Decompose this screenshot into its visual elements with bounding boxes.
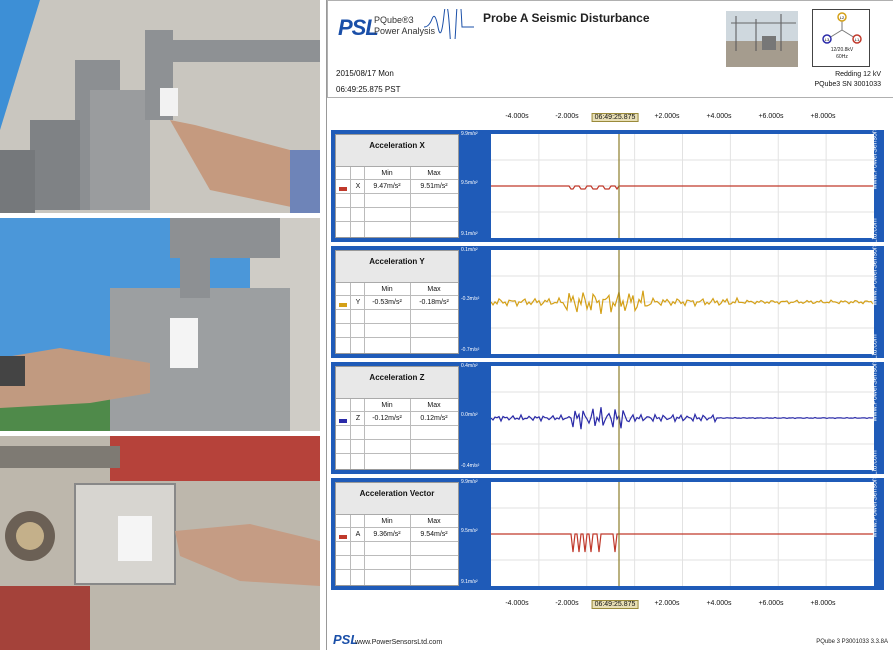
waveform-plot — [490, 250, 874, 354]
channel-table: Acceleration Vector Min Max A 9.36m/s² 9… — [335, 482, 459, 586]
report-time: 06:49:25.875 PST — [336, 85, 401, 94]
series-color-swatch — [339, 535, 347, 539]
y-axis-label: -0.3m/s² — [461, 296, 480, 302]
report-title: Probe A Seismic Disturbance — [483, 11, 650, 25]
max-value: -0.18m/s² — [419, 299, 449, 306]
waveform-logo-icon — [424, 9, 474, 39]
min-header: Min — [381, 518, 393, 525]
phasor-label-l3: L3 — [825, 37, 830, 42]
min-header: Min — [381, 170, 393, 177]
report-header: PSL PQube®3 Power Analysis Probe A Seism… — [327, 0, 893, 98]
min-header: Min — [381, 286, 393, 293]
y-axis-label: -0.4m/s² — [461, 463, 480, 469]
y-axis-label: 0.0m/s² — [461, 412, 478, 418]
min-value: 9.47m/s² — [373, 183, 401, 190]
y-axis-label: 9.1m/s² — [461, 231, 478, 237]
time-tick-label: +6.000s — [758, 113, 784, 120]
y-axis-label: 9.5m/s² — [461, 180, 478, 186]
time-tick-label: +2.000s — [654, 113, 680, 120]
time-tick-label: +8.000s — [810, 113, 836, 120]
time-tick-label: +6.000s — [758, 600, 784, 607]
time-tick-label: -2.000s — [555, 600, 579, 607]
time-tick-label: +2.000s — [654, 600, 680, 607]
channel-table: Acceleration Z Min Max Z -0.12m/s² 0.12m… — [335, 366, 459, 470]
min-header: Min — [381, 402, 393, 409]
series-color-swatch — [339, 187, 347, 191]
series-color-swatch — [339, 303, 347, 307]
channel-panel: Acceleration Y Min Max Y -0.53m/s² -0.18… — [331, 218, 884, 358]
channel-panel: Acceleration X Min Max X 9.47m/s² 9.51m/… — [331, 102, 884, 242]
time-tick-label: +4.000s — [706, 113, 732, 120]
trigger-time-label: 06:49:25.875 — [591, 600, 639, 609]
channel-title: Acceleration Z — [336, 367, 458, 399]
axis-label: Z — [355, 415, 361, 422]
trigger-time-label: 06:49:25.875 — [591, 113, 639, 122]
channel-title: Acceleration Vector — [336, 483, 458, 515]
product-name: PQube®3 — [374, 15, 414, 25]
site-photo — [726, 11, 798, 67]
footer-url: www.PowerSensorsLtd.com — [355, 639, 443, 646]
axis-label: A — [355, 531, 361, 538]
max-value: 9.51m/s² — [420, 183, 448, 190]
waveform-plot — [490, 366, 874, 470]
channel-panel: Acceleration Z Min Max Z -0.12m/s² 0.12m… — [331, 334, 884, 474]
footer-device-info: PQube 3 P3001033 3.3.8A — [816, 639, 888, 645]
location-label: Redding 12 kV — [835, 71, 881, 78]
max-header: Max — [427, 170, 441, 177]
series-color-swatch — [339, 419, 347, 423]
min-value: -0.12m/s² — [372, 415, 402, 422]
time-tick-label: -4.000s — [505, 600, 529, 607]
min-value: -0.53m/s² — [372, 299, 402, 306]
device-label: PQube3 SN 3001033 — [814, 81, 881, 88]
time-axis-top: -4.000s -2.000s 06:49:25.875 +2.000s +4.000s… — [327, 111, 893, 125]
time-tick-label: +8.000s — [810, 600, 836, 607]
report-panel: PSL PQube®3 Power Analysis Probe A Seism… — [326, 0, 893, 650]
axis-label: Y — [355, 299, 361, 306]
max-header: Max — [427, 286, 441, 293]
channel-table: Acceleration Y Min Max Y -0.53m/s² -0.18… — [335, 250, 459, 354]
time-tick-label: -4.000s — [505, 113, 529, 120]
y-axis-label: 9.9m/s² — [461, 131, 478, 137]
channel-title: Acceleration Y — [336, 251, 458, 283]
channel-panel: Acceleration Vector Min Max A 9.36m/s² 9… — [331, 450, 884, 590]
y-axis-label: 0.1m/s² — [461, 247, 478, 253]
phasor-label-l1: L1 — [855, 37, 860, 42]
waveform-plot — [491, 482, 874, 586]
phasor-voltage: 12/20.8kV — [830, 47, 854, 53]
y-axis-label: -0.7m/s² — [461, 347, 480, 353]
phasor-diagram: L2 L3 L1 12/20.8kV 60Hz — [812, 9, 870, 67]
report-footer: PSL www.PowerSensorsLtd.com PQube 3 P300… — [327, 628, 893, 650]
y-axis-label: 9.9m/s² — [461, 479, 478, 485]
photo-junction-box — [0, 436, 320, 650]
channel-title: Acceleration X — [336, 135, 458, 167]
channel-table: Acceleration X Min Max X 9.47m/s² 9.51m/… — [335, 134, 459, 238]
y-axis-label: 9.1m/s² — [461, 579, 478, 585]
time-axis-bottom: -4.000s -2.000s 06:49:25.875 +2.000s +4.000s… — [327, 598, 893, 612]
phasor-label-l2: L2 — [840, 15, 845, 20]
time-tick-label: +4.000s — [706, 600, 732, 607]
report-date: 2015/08/17 Mon — [336, 69, 394, 78]
max-value: 9.54m/s² — [420, 531, 448, 538]
phasor-frequency: 60Hz — [836, 54, 848, 60]
min-value: 9.36m/s² — [373, 531, 401, 538]
max-header: Max — [427, 402, 441, 409]
time-tick-label: -2.000s — [555, 113, 579, 120]
max-header: Max — [427, 518, 441, 525]
y-axis-label: 0.4m/s² — [461, 363, 478, 369]
photo-gas-meter-2 — [0, 218, 320, 431]
psl-logo: PSL — [338, 15, 379, 40]
y-axis-label: 9.5m/s² — [461, 528, 478, 534]
max-value: 0.12m/s² — [420, 415, 448, 422]
photo-gas-meter-1 — [0, 0, 320, 213]
waveform-plot — [491, 134, 874, 238]
axis-label: X — [355, 183, 361, 190]
